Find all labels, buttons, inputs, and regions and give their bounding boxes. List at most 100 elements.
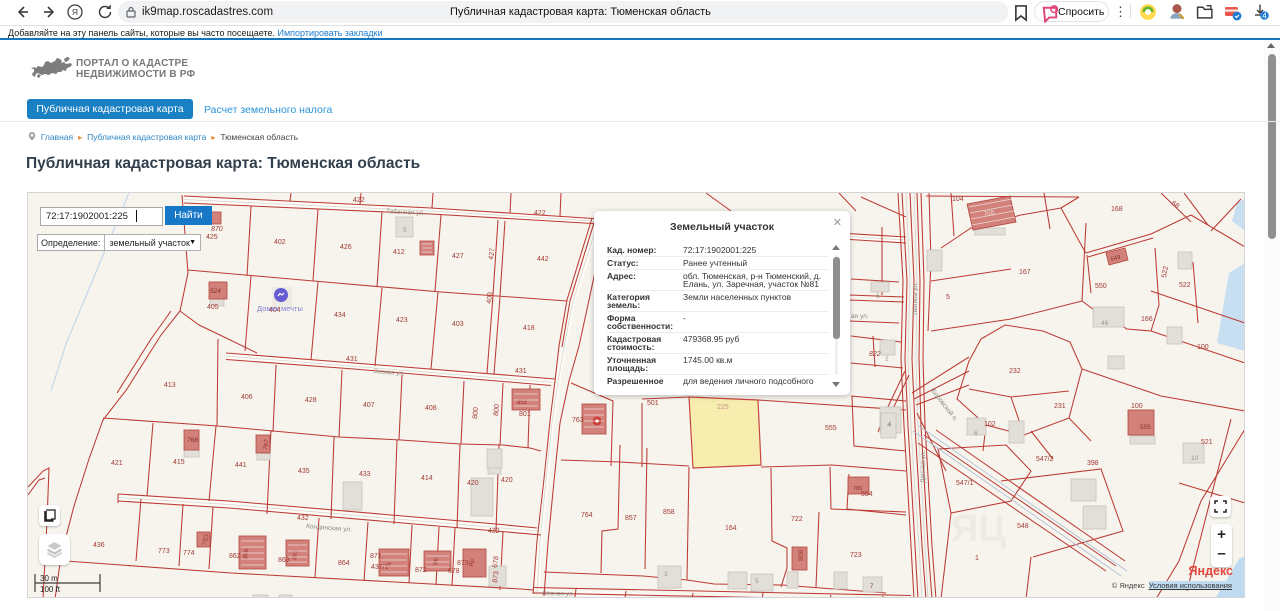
svg-text:415: 415	[173, 459, 185, 466]
svg-text:428: 428	[305, 397, 317, 404]
svg-text:225: 225	[717, 404, 729, 411]
svg-text:398: 398	[1087, 460, 1099, 467]
svg-text:1: 1	[975, 555, 979, 562]
svg-text:554: 554	[861, 491, 873, 498]
svg-text:232: 232	[1009, 368, 1021, 375]
svg-text:Я: Я	[387, 562, 393, 567]
svg-text:403: 403	[486, 292, 494, 305]
svg-text:678: 678	[492, 556, 500, 569]
svg-text:402: 402	[274, 239, 286, 246]
svg-text:763: 763	[572, 417, 584, 424]
svg-text:Лесная ул.: Лесная ул.	[542, 590, 575, 598]
svg-text:104: 104	[952, 196, 964, 203]
svg-text:547/1: 547/1	[956, 480, 974, 487]
svg-text:505: 505	[1140, 424, 1151, 431]
svg-text:164: 164	[725, 525, 737, 532]
svg-text:405: 405	[207, 304, 219, 311]
svg-text:522: 522	[1179, 282, 1191, 289]
svg-text:30 m: 30 m	[40, 574, 58, 583]
svg-text:678: 678	[448, 568, 460, 575]
svg-text:432: 432	[488, 528, 500, 535]
svg-text:442: 442	[537, 256, 549, 263]
svg-text:873: 873	[457, 560, 469, 567]
svg-text:420: 420	[501, 477, 513, 484]
svg-text:100: 100	[1131, 403, 1143, 410]
svg-text:524: 524	[210, 288, 221, 295]
svg-text:548: 548	[1017, 523, 1029, 530]
svg-text:800: 800	[472, 407, 480, 419]
svg-text:431: 431	[346, 356, 358, 363]
svg-text:862: 862	[229, 553, 241, 560]
svg-text:46: 46	[1101, 320, 1109, 327]
svg-text:407: 407	[363, 402, 375, 409]
svg-text:501: 501	[647, 400, 659, 407]
svg-text:436: 436	[93, 542, 105, 549]
svg-text:422: 422	[353, 197, 365, 204]
svg-text:100: 100	[1197, 344, 1209, 351]
svg-text:808: 808	[798, 549, 805, 561]
svg-text:408: 408	[425, 405, 437, 412]
svg-text:3: 3	[664, 571, 668, 578]
svg-text:768: 768	[187, 437, 198, 444]
svg-text:5: 5	[755, 578, 759, 585]
svg-text:800: 800	[493, 404, 501, 416]
svg-text:2: 2	[885, 356, 889, 363]
svg-text:864: 864	[338, 560, 350, 567]
svg-text:427: 427	[488, 248, 496, 261]
svg-text:414: 414	[421, 475, 433, 482]
svg-text:421: 421	[111, 460, 123, 467]
svg-text:403: 403	[452, 321, 464, 328]
svg-text:851: 851	[517, 400, 528, 406]
svg-text:863: 863	[278, 557, 290, 564]
svg-text:786: 786	[853, 486, 862, 492]
svg-text:431: 431	[515, 368, 527, 375]
svg-text:166: 166	[1141, 316, 1153, 323]
svg-text:434: 434	[334, 312, 346, 319]
svg-text:10: 10	[1191, 455, 1199, 462]
svg-text:425: 425	[206, 234, 218, 241]
svg-text:418: 418	[523, 325, 535, 332]
svg-text:435: 435	[298, 468, 310, 475]
svg-text:764: 764	[581, 512, 593, 519]
svg-text:774: 774	[183, 550, 195, 557]
svg-text:102: 102	[984, 421, 996, 428]
svg-text:167: 167	[1019, 269, 1031, 276]
svg-text:783: 783	[202, 534, 210, 547]
svg-text:858: 858	[663, 509, 675, 516]
svg-text:441: 441	[235, 462, 247, 469]
svg-text:Ленина ул.: Ленина ул.	[912, 282, 919, 315]
svg-text:413: 413	[164, 382, 176, 389]
svg-text:4: 4	[888, 421, 892, 428]
svg-text:722: 722	[791, 516, 803, 523]
svg-text:422: 422	[534, 210, 546, 217]
svg-text:773: 773	[158, 548, 170, 555]
svg-text:426: 426	[340, 244, 352, 251]
svg-text:420: 420	[467, 480, 479, 487]
svg-text:ая ул.: ая ул.	[851, 313, 869, 320]
svg-text:412: 412	[393, 249, 405, 256]
svg-text:6: 6	[974, 430, 978, 437]
svg-text:5: 5	[403, 227, 407, 234]
svg-text:427: 427	[452, 253, 464, 260]
svg-text:4: 4	[1262, 12, 1267, 21]
svg-text:872: 872	[415, 567, 427, 574]
svg-text:168: 168	[1111, 206, 1123, 213]
svg-text:871: 871	[370, 553, 382, 560]
svg-text:5: 5	[946, 294, 950, 301]
svg-text:550: 550	[1095, 283, 1107, 290]
svg-text:547/2: 547/2	[1036, 456, 1054, 463]
svg-text:521: 521	[1201, 439, 1213, 446]
svg-text:Я: Я	[72, 7, 78, 17]
svg-text:ЯЦ: ЯЦ	[951, 508, 1006, 550]
svg-text:Яр: Яр	[469, 558, 476, 567]
svg-text:423: 423	[396, 317, 408, 324]
svg-text:Дачная ул.: Дачная ул.	[920, 450, 927, 483]
svg-text:Домик мечты: Домик мечты	[257, 304, 303, 313]
svg-text:723: 723	[850, 552, 862, 559]
svg-text:6: 6	[876, 293, 880, 300]
svg-text:801: 801	[519, 411, 531, 418]
svg-text:857: 857	[625, 515, 637, 522]
svg-text:870: 870	[211, 226, 223, 233]
svg-text:406: 406	[241, 394, 253, 401]
svg-text:433: 433	[359, 471, 371, 478]
